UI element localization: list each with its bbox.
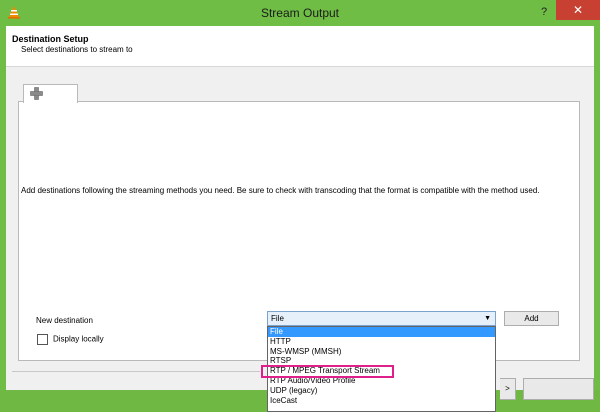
chevron-down-icon: ▼ (484, 315, 491, 322)
wizard-header: Destination Setup Select destinations to… (6, 26, 594, 67)
dialog-body: Destination Setup Select destinations to… (6, 26, 594, 412)
page-subtitle: Select destinations to stream to (21, 45, 133, 54)
destination-select[interactable]: File ▼ (267, 311, 496, 326)
info-text: Add destinations following the streaming… (21, 186, 540, 195)
display-locally-row[interactable]: Display locally (37, 334, 104, 345)
new-destination-label: New destination (36, 316, 93, 325)
next-button[interactable]: > (500, 378, 516, 400)
stream-output-window: Stream Output ? ✕ Destination Setup Sele… (0, 0, 600, 412)
footer-divider (12, 371, 260, 372)
dropdown-option[interactable]: IceCast (268, 396, 495, 406)
window-title: Stream Output (260, 6, 340, 20)
dropdown-option[interactable]: UDP (legacy) (268, 386, 495, 396)
dropdown-option[interactable]: File (268, 327, 495, 337)
cancel-button[interactable] (523, 378, 594, 400)
destination-select-value: File (271, 314, 284, 323)
display-locally-label: Display locally (53, 334, 104, 344)
dropdown-option[interactable]: HTTP (268, 337, 495, 347)
help-button[interactable]: ? (534, 4, 554, 20)
close-button[interactable]: ✕ (556, 0, 600, 20)
title-bar[interactable]: Stream Output ? ✕ (0, 0, 600, 26)
display-locally-checkbox[interactable] (37, 334, 48, 345)
dropdown-option[interactable]: MS-WMSP (MMSH) (268, 347, 495, 357)
highlight-box (261, 365, 394, 378)
page-title: Destination Setup (12, 34, 89, 44)
add-button[interactable]: Add (504, 311, 559, 326)
tab-add-destination[interactable] (23, 84, 78, 103)
plus-icon (30, 87, 43, 100)
